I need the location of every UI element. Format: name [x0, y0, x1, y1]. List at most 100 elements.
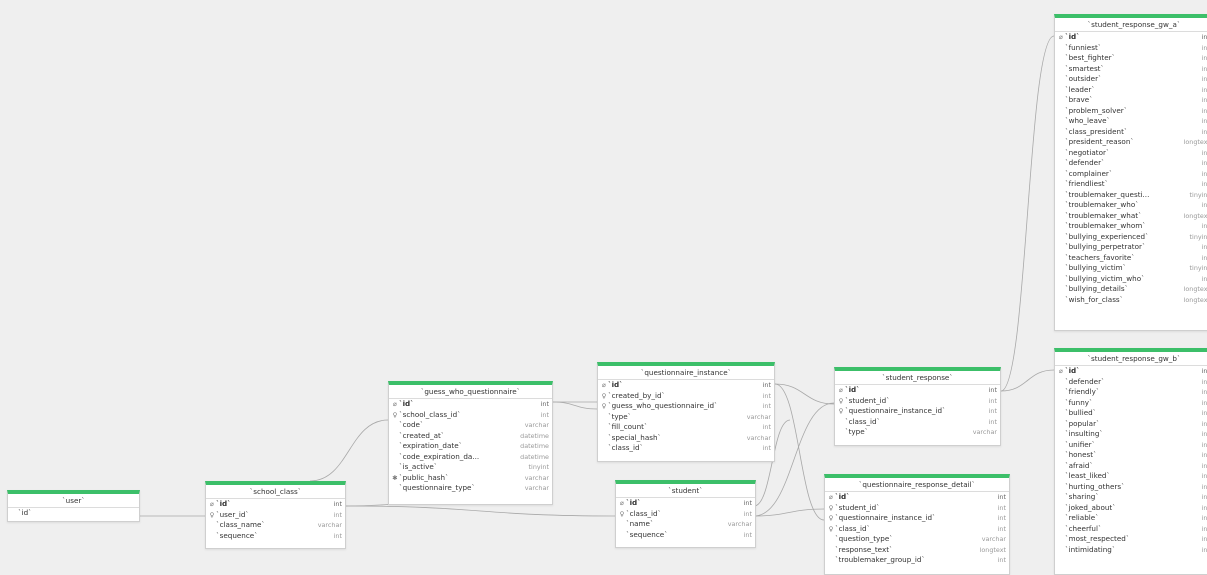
column-row[interactable]: `class_id` int — [835, 417, 1000, 428]
column-row[interactable]: `class_name` varchar — [206, 520, 345, 531]
column-row[interactable]: `best_fighter` int — [1055, 53, 1207, 64]
column-row[interactable]: `created_at` datetime — [389, 431, 552, 442]
column-row[interactable]: `code` varchar — [389, 420, 552, 431]
column-row[interactable]: ♀ `questionnaire_instance_id` int — [835, 406, 1000, 417]
column-row[interactable]: `intimidating` int — [1055, 545, 1207, 556]
column-row[interactable]: `friendliest` int — [1055, 179, 1207, 190]
column-row[interactable]: `class_president` int — [1055, 127, 1207, 138]
column-row[interactable]: `question_type` varchar — [825, 534, 1009, 545]
column-row[interactable]: `expiration_date` datetime — [389, 441, 552, 452]
table-title[interactable]: `questionnaire_response_detail` — [825, 478, 1009, 492]
column-row[interactable]: ♀ `created_by_id` int — [598, 391, 774, 402]
column-row[interactable]: `id` — [8, 508, 139, 519]
table-title[interactable]: `student` — [616, 484, 755, 498]
column-row[interactable]: `least_liked` int — [1055, 471, 1207, 482]
column-row[interactable]: `funny` int — [1055, 398, 1207, 409]
column-row[interactable]: ⌀`id` int — [1055, 366, 1207, 377]
column-row[interactable]: `complainer` int — [1055, 169, 1207, 180]
column-row[interactable]: `popular` int — [1055, 419, 1207, 430]
column-row[interactable]: `sequence` int — [616, 530, 755, 541]
column-row[interactable]: `reliable` int — [1055, 513, 1207, 524]
table-title[interactable]: `school_class` — [206, 485, 345, 499]
column-row[interactable]: `bullying_victim_who` int — [1055, 274, 1207, 285]
table-guess-who-questionnaire[interactable]: `guess_who_questionnaire` ⌀ `id` int ♀ `schoo… — [388, 381, 553, 505]
column-row[interactable]: `name` varchar — [616, 519, 755, 530]
column-row[interactable]: `wish_for_class` longtext — [1055, 295, 1207, 306]
column-row[interactable]: `outsider` int — [1055, 74, 1207, 85]
column-row[interactable]: `troublemaker_whom` int — [1055, 221, 1207, 232]
table-title[interactable]: `student_response` — [835, 371, 1000, 385]
column-row[interactable]: `troublemaker_questi... tinyint — [1055, 190, 1207, 201]
column-row[interactable]: `bullied` int — [1055, 408, 1207, 419]
column-row[interactable]: ⌀`id` int — [598, 380, 774, 391]
diagram-canvas[interactable]: `user` `id` `school_class` ⌀ `id` int ♀ `user_… — [0, 0, 1207, 575]
table-title[interactable]: `student_response_gw_a` — [1055, 18, 1207, 32]
column-row[interactable]: `special_hash` varchar — [598, 433, 774, 444]
column-row[interactable]: `afraid` int — [1055, 461, 1207, 472]
table-student[interactable]: `student` ⌀ `id` int ♀ `class_id` int `name` var… — [615, 480, 756, 548]
column-row[interactable]: ♀ `questionnaire_instance_id` int — [825, 513, 1009, 524]
column-row[interactable]: `troublemaker_group_id` int — [825, 555, 1009, 566]
column-row[interactable]: ♀ `class_id` int — [616, 509, 755, 520]
column-row[interactable]: ♀ `student_id` int — [825, 503, 1009, 514]
column-row[interactable]: ⌀`id` int — [825, 492, 1009, 503]
column-row[interactable]: `brave` int — [1055, 95, 1207, 106]
table-questionnaire-response-detail[interactable]: `questionnaire_response_detail` ⌀ `id` int ♀… — [824, 474, 1010, 575]
table-title[interactable]: `user` — [8, 494, 139, 508]
column-row[interactable]: `unifier` int — [1055, 440, 1207, 451]
column-row[interactable]: `problem_solver` int — [1055, 106, 1207, 117]
column-row[interactable]: `honest` int — [1055, 450, 1207, 461]
table-student-response-gw-a[interactable]: `student_response_gw_a`⌀`id`int`funniest… — [1054, 14, 1207, 331]
table-school-class[interactable]: `school_class` ⌀ `id` int ♀ `user_id` int `clas… — [205, 481, 346, 549]
column-row[interactable]: `president_reason` longtext — [1055, 137, 1207, 148]
column-row[interactable]: `most_respected` int — [1055, 534, 1207, 545]
column-row[interactable]: `joked_about` int — [1055, 503, 1207, 514]
column-row[interactable]: `sequence` int — [206, 531, 345, 542]
column-row[interactable]: `is_active` tinyint — [389, 462, 552, 473]
column-row[interactable]: ⌀`id` int — [1055, 32, 1207, 43]
column-row[interactable]: ♀ `guess_who_questionnaire_id` int — [598, 401, 774, 412]
table-title[interactable]: `student_response_gw_b` — [1055, 352, 1207, 366]
column-row[interactable]: ⌀`id` int — [835, 385, 1000, 396]
column-row[interactable]: `troublemaker_who` int — [1055, 200, 1207, 211]
column-row[interactable]: `hurting_others` int — [1055, 482, 1207, 493]
table-title[interactable]: `guess_who_questionnaire` — [389, 385, 552, 399]
column-row[interactable]: `teachers_favorite` int — [1055, 253, 1207, 264]
column-row[interactable]: `who_leave` int — [1055, 116, 1207, 127]
column-row[interactable]: `bullying_details` longtext — [1055, 284, 1207, 295]
column-row[interactable]: `class_id` int — [598, 443, 774, 454]
column-row[interactable]: ✱ `public_hash` varchar — [389, 473, 552, 484]
table-title[interactable]: `questionnaire_instance` — [598, 366, 774, 380]
table-student-response[interactable]: `student_response` ⌀ `id` int ♀ `student_id` i… — [834, 367, 1001, 446]
column-row[interactable]: `fill_count` int — [598, 422, 774, 433]
column-row[interactable]: `type` varchar — [835, 427, 1000, 438]
column-row[interactable]: `funniest` int — [1055, 43, 1207, 54]
table-student-response-gw-b[interactable]: `student_response_gw_b`⌀`id`int`defender… — [1054, 348, 1207, 575]
column-row[interactable]: `cheerful` int — [1055, 524, 1207, 535]
column-row[interactable]: `negotiator` int — [1055, 148, 1207, 159]
column-row[interactable]: `smartest` int — [1055, 64, 1207, 75]
column-row[interactable]: ♀ `school_class_id` int — [389, 410, 552, 421]
column-row[interactable]: ♀ `student_id` int — [835, 396, 1000, 407]
column-row[interactable]: `questionnaire_type` varchar — [389, 483, 552, 494]
column-row[interactable]: `bullying_perpetrator` int — [1055, 242, 1207, 253]
column-row[interactable]: `friendly` int — [1055, 387, 1207, 398]
column-row[interactable]: `defender` int — [1055, 377, 1207, 388]
table-user[interactable]: `user` `id` — [7, 490, 140, 522]
column-row[interactable]: ⌀`id` int — [389, 399, 552, 410]
column-row[interactable]: `type` varchar — [598, 412, 774, 423]
column-row[interactable]: `insulting` int — [1055, 429, 1207, 440]
column-row[interactable]: `bullying_experienced` tinyint — [1055, 232, 1207, 243]
column-row[interactable]: ♀ `class_id` int — [825, 524, 1009, 535]
column-row[interactable]: ⌀`id` int — [616, 498, 755, 509]
column-row[interactable]: `bullying_victim` tinyint — [1055, 263, 1207, 274]
column-row[interactable]: `troublemaker_what` longtext — [1055, 211, 1207, 222]
column-row[interactable]: ⌀`id` int — [206, 499, 345, 510]
column-row[interactable]: `response_text` longtext — [825, 545, 1009, 556]
column-row[interactable]: `code_expiration_da... datetime — [389, 452, 552, 463]
column-row[interactable]: `leader` int — [1055, 85, 1207, 96]
column-row[interactable]: `defender` int — [1055, 158, 1207, 169]
column-row[interactable]: ♀ `user_id` int — [206, 510, 345, 521]
column-row[interactable]: `sharing` int — [1055, 492, 1207, 503]
table-questionnaire-instance[interactable]: `questionnaire_instance` ⌀ `id` int ♀ `create… — [597, 362, 775, 462]
